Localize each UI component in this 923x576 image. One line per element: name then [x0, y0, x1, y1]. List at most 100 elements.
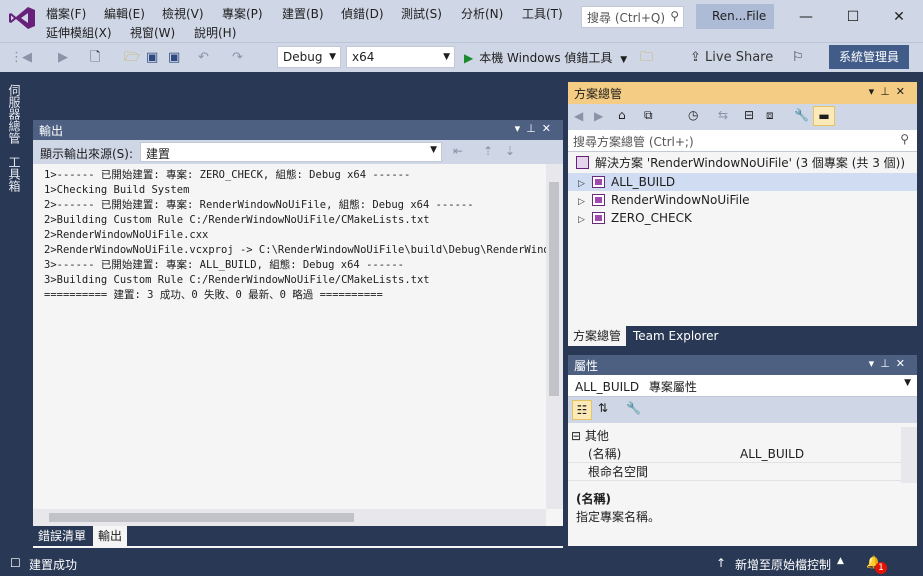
switch-views-icon[interactable]: ⧉: [644, 108, 653, 123]
tab-solution-explorer[interactable]: 方案總管: [568, 326, 627, 346]
solution-platform-select[interactable]: x64 ▼: [346, 46, 455, 68]
home-icon[interactable]: ⌂: [618, 108, 626, 122]
pending-changes-icon[interactable]: ◷: [688, 108, 698, 122]
pin-icon[interactable]: ⊥: [880, 357, 896, 370]
tree-project-zero-check[interactable]: ▷ ZERO_CHECK: [568, 209, 917, 227]
output-text-area[interactable]: 1>------ 已開始建置: 專案: ZERO_CHECK, 組態: Debu…: [33, 164, 546, 509]
pin-icon[interactable]: ⊥: [880, 85, 896, 98]
bottom-dock-tabs: 錯誤清單 輸出: [33, 526, 563, 546]
previous-message-icon[interactable]: ⇡: [483, 144, 493, 158]
menu-debug[interactable]: 偵錯(D): [341, 5, 384, 22]
properties-object-name: ALL_BUILD: [575, 380, 640, 394]
sync-icon[interactable]: ⇆: [718, 108, 728, 122]
close-button[interactable]: ✕: [884, 4, 914, 30]
categorized-icon[interactable]: ☷: [572, 400, 592, 420]
chevron-down-icon: ▼: [620, 55, 628, 65]
maximize-button[interactable]: ☐: [838, 4, 868, 30]
menu-file[interactable]: 檔案(F): [46, 5, 86, 22]
menu-test[interactable]: 測試(S): [401, 5, 442, 22]
forward-icon[interactable]: ▶: [594, 109, 603, 123]
navigate-back-icon[interactable]: ◀: [22, 47, 32, 69]
browse-folder-icon[interactable]: 🗀: [640, 47, 653, 69]
properties-wrench-icon[interactable]: 🔧: [794, 108, 809, 122]
live-share-button[interactable]: ⇪ Live Share: [690, 47, 773, 69]
properties-object-select[interactable]: ALL_BUILD 專案屬性 ▼: [568, 375, 917, 397]
alphabetical-icon[interactable]: ⇅: [598, 401, 608, 415]
standard-toolbar: ⋮ ◀ ▶ 🗋 🗁 ▣ ▣ ↶ ↷ Debug ▼ x64 ▼ ▶ 本機 Wind…: [0, 42, 923, 72]
status-icon: ☐: [10, 556, 21, 570]
solution-explorer-search-input[interactable]: 搜尋方案總管 (Ctrl+;) ⚲: [568, 130, 917, 152]
add-to-source-control-button[interactable]: 新增至原始檔控制: [735, 556, 831, 573]
property-pages-icon[interactable]: 🔧: [626, 401, 641, 415]
undo-icon[interactable]: ↶: [198, 47, 209, 69]
chevron-up-icon: ▲: [837, 556, 844, 566]
property-row[interactable]: (名稱) ALL_BUILD: [568, 445, 901, 463]
menu-tools[interactable]: 工具(T): [522, 5, 563, 22]
tree-project-renderwindow[interactable]: ▷ RenderWindowNoUiFile: [568, 191, 917, 209]
minimize-button[interactable]: —: [791, 4, 821, 30]
window-menu-icon[interactable]: ▾: [869, 357, 881, 370]
next-message-icon[interactable]: ⇣: [505, 144, 515, 158]
new-item-icon[interactable]: 🗋: [90, 47, 100, 69]
feedback-icon[interactable]: ⚐: [792, 47, 804, 69]
redo-icon[interactable]: ↷: [232, 47, 243, 69]
property-row[interactable]: 根命名空間: [568, 463, 901, 481]
menu-project[interactable]: 專案(P): [222, 5, 263, 22]
play-icon: ▶: [464, 51, 474, 65]
back-icon[interactable]: ◀: [574, 109, 583, 123]
output-line: 3>------ 已開始建置: 專案: ALL_BUILD, 組態: Debug…: [44, 259, 405, 271]
menu-extensions[interactable]: 延伸模組(X): [46, 24, 112, 41]
close-icon[interactable]: ✕: [896, 85, 911, 98]
menu-help[interactable]: 說明(H): [194, 24, 236, 41]
menu-window[interactable]: 視窗(W): [130, 24, 175, 41]
project-label: ZERO_CHECK: [611, 211, 692, 225]
output-source-select[interactable]: 建置 ▼: [140, 142, 442, 162]
properties-object-type: 專案屬性: [648, 380, 697, 394]
menu-edit[interactable]: 編輯(E): [104, 5, 145, 22]
close-icon[interactable]: ✕: [896, 357, 911, 370]
find-message-icon[interactable]: ⇤: [453, 144, 463, 158]
property-category-label: 其他: [584, 429, 609, 443]
menu-analyze[interactable]: 分析(N): [461, 5, 503, 22]
scroll-thumb[interactable]: [49, 513, 354, 522]
vertical-scrollbar[interactable]: [546, 164, 563, 509]
collapse-icon[interactable]: ⊟: [571, 429, 581, 443]
start-debugging-button[interactable]: ▶ 本機 Windows 偵錯工具 ▼: [464, 47, 627, 69]
property-value[interactable]: ALL_BUILD: [740, 445, 804, 463]
pin-icon[interactable]: ⊥: [526, 122, 542, 135]
open-folder-icon[interactable]: 🗁: [124, 47, 140, 69]
toolbox-tab[interactable]: 工具箱: [6, 156, 23, 192]
navigate-forward-icon[interactable]: ▶: [58, 47, 68, 69]
solution-configuration-select[interactable]: Debug ▼: [277, 46, 341, 68]
tree-solution-node[interactable]: 解決方案 'RenderWindowNoUiFile' (3 個專案 (共 3 …: [576, 154, 917, 172]
search-icon: ⚲: [900, 132, 909, 146]
collapse-all-icon[interactable]: ⊟: [744, 108, 754, 122]
output-line: 2>RenderWindowNoUiFile.cxx: [44, 229, 209, 241]
properties-title: 屬性: [574, 359, 599, 373]
menu-view[interactable]: 檢視(V): [162, 5, 204, 22]
output-tab[interactable]: 輸出: [93, 526, 128, 546]
preview-icon[interactable]: ▬: [813, 106, 835, 126]
save-icon[interactable]: ▣: [146, 47, 158, 69]
tab-team-explorer[interactable]: Team Explorer: [628, 326, 724, 346]
horizontal-scrollbar[interactable]: [33, 509, 546, 526]
vertical-scrollbar[interactable]: [901, 427, 917, 483]
admin-button[interactable]: 系統管理員: [829, 45, 909, 69]
menu-build[interactable]: 建置(B): [282, 5, 324, 22]
output-panel: 輸出 ▾⊥✕ 顯示輸出來源(S): 建置 ▼ ⇤ ⇡ ⇣ 1>------ 已開…: [33, 120, 563, 548]
save-all-icon[interactable]: ▣: [168, 47, 180, 69]
close-icon[interactable]: ✕: [542, 122, 557, 135]
error-list-tab[interactable]: 錯誤清單: [33, 526, 91, 546]
property-name: (名稱): [588, 447, 622, 461]
expand-arrow-icon[interactable]: ▷: [578, 211, 592, 229]
show-all-files-icon[interactable]: ⧈: [766, 108, 774, 123]
property-category[interactable]: ⊟ 其他: [571, 427, 901, 445]
solution-explorer-tabs: 方案總管 Team Explorer: [568, 326, 917, 346]
scroll-thumb[interactable]: [549, 182, 559, 396]
server-explorer-tab[interactable]: 伺服器總管: [6, 84, 23, 144]
tree-project-all-build[interactable]: ▷ ALL_BUILD: [568, 173, 917, 191]
window-menu-icon[interactable]: ▾: [869, 85, 881, 98]
window-menu-icon[interactable]: ▾: [515, 122, 527, 135]
properties-toolbar: ☷ ⇅ 🔧: [568, 397, 917, 423]
search-input[interactable]: 搜尋 (Ctrl+Q) ⚲: [581, 6, 684, 28]
